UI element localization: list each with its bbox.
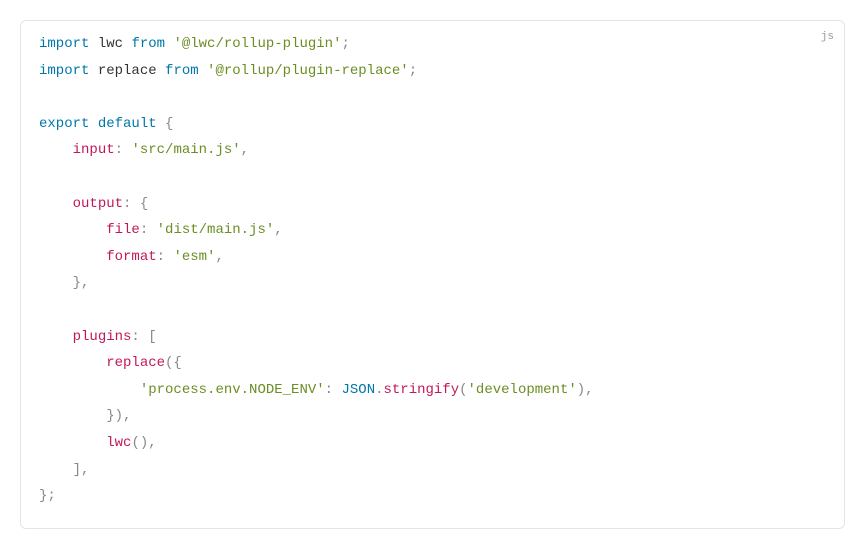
punct: ,: [274, 222, 282, 238]
attr: format: [106, 249, 156, 265]
string: 'process.env.NODE_ENV': [140, 382, 325, 398]
keyword: default: [89, 116, 156, 132]
indent: [39, 222, 106, 238]
indent: [39, 275, 73, 291]
punct: {: [140, 196, 148, 212]
punct: ({: [165, 355, 182, 371]
indent: [39, 382, 140, 398]
punct: },: [73, 275, 90, 291]
language-label: js: [821, 27, 834, 48]
string: 'src/main.js': [131, 142, 240, 158]
punct: :: [140, 222, 157, 238]
attr: output: [73, 196, 123, 212]
indent: [39, 435, 106, 451]
punct: ;: [409, 63, 417, 79]
punct: ],: [73, 462, 90, 478]
attr: input: [73, 142, 115, 158]
class: JSON: [341, 382, 375, 398]
punct: ,: [241, 142, 249, 158]
keyword: from: [165, 63, 199, 79]
punct: :: [131, 329, 148, 345]
indent: [39, 462, 73, 478]
identifier: lwc: [89, 36, 131, 52]
keyword: import: [39, 63, 89, 79]
punct: (),: [131, 435, 156, 451]
function: lwc: [106, 435, 131, 451]
attr: plugins: [73, 329, 132, 345]
punct: :: [157, 249, 174, 265]
punct: :: [325, 382, 342, 398]
punct: :: [123, 196, 140, 212]
code-content: import lwc from '@lwc/rollup-plugin'; im…: [39, 31, 826, 510]
punct: {: [157, 116, 174, 132]
indent: [39, 196, 73, 212]
punct: (: [459, 382, 467, 398]
indent: [39, 355, 106, 371]
indent: [39, 249, 106, 265]
keyword: from: [131, 36, 165, 52]
keyword: import: [39, 36, 89, 52]
string: '@rollup/plugin-replace': [199, 63, 409, 79]
punct: ,: [215, 249, 223, 265]
indent: [39, 329, 73, 345]
string: 'dist/main.js': [157, 222, 275, 238]
identifier: replace: [89, 63, 165, 79]
punct: :: [115, 142, 132, 158]
punct: .: [375, 382, 383, 398]
indent: [39, 142, 73, 158]
punct: ;: [341, 36, 349, 52]
string: '@lwc/rollup-plugin': [165, 36, 341, 52]
attr: file: [106, 222, 140, 238]
punct: [: [148, 329, 156, 345]
punct: ),: [577, 382, 594, 398]
string: 'esm': [173, 249, 215, 265]
code-block: js import lwc from '@lwc/rollup-plugin';…: [20, 20, 845, 529]
function: replace: [106, 355, 165, 371]
keyword: export: [39, 116, 89, 132]
punct: };: [39, 488, 56, 504]
string: 'development': [468, 382, 577, 398]
method: stringify: [384, 382, 460, 398]
punct: }),: [106, 408, 131, 424]
indent: [39, 408, 106, 424]
